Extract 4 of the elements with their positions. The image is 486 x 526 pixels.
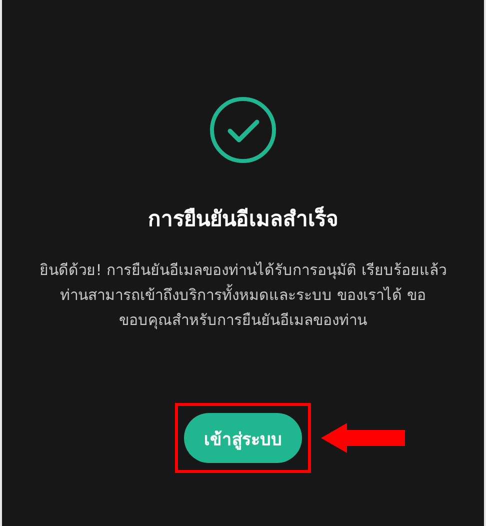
dialog-title: การยืนยันอีเมลสำเร็จ (148, 205, 338, 233)
login-button[interactable]: เข้าสู่ระบบ (184, 413, 302, 463)
message-text: ยินดีด้วย! การยืนยันอีเมลของท่านได้รับการอนุมัติ เรียบร้อยแล้ว ท่านสามารถเข้าถึงบริการทั้งหมดและระบบ ของเราได้ ขอ ขอบคุณสำหรับการยืนยันอีเมลของท่าน (40, 260, 446, 332)
success-check-icon (209, 96, 277, 164)
